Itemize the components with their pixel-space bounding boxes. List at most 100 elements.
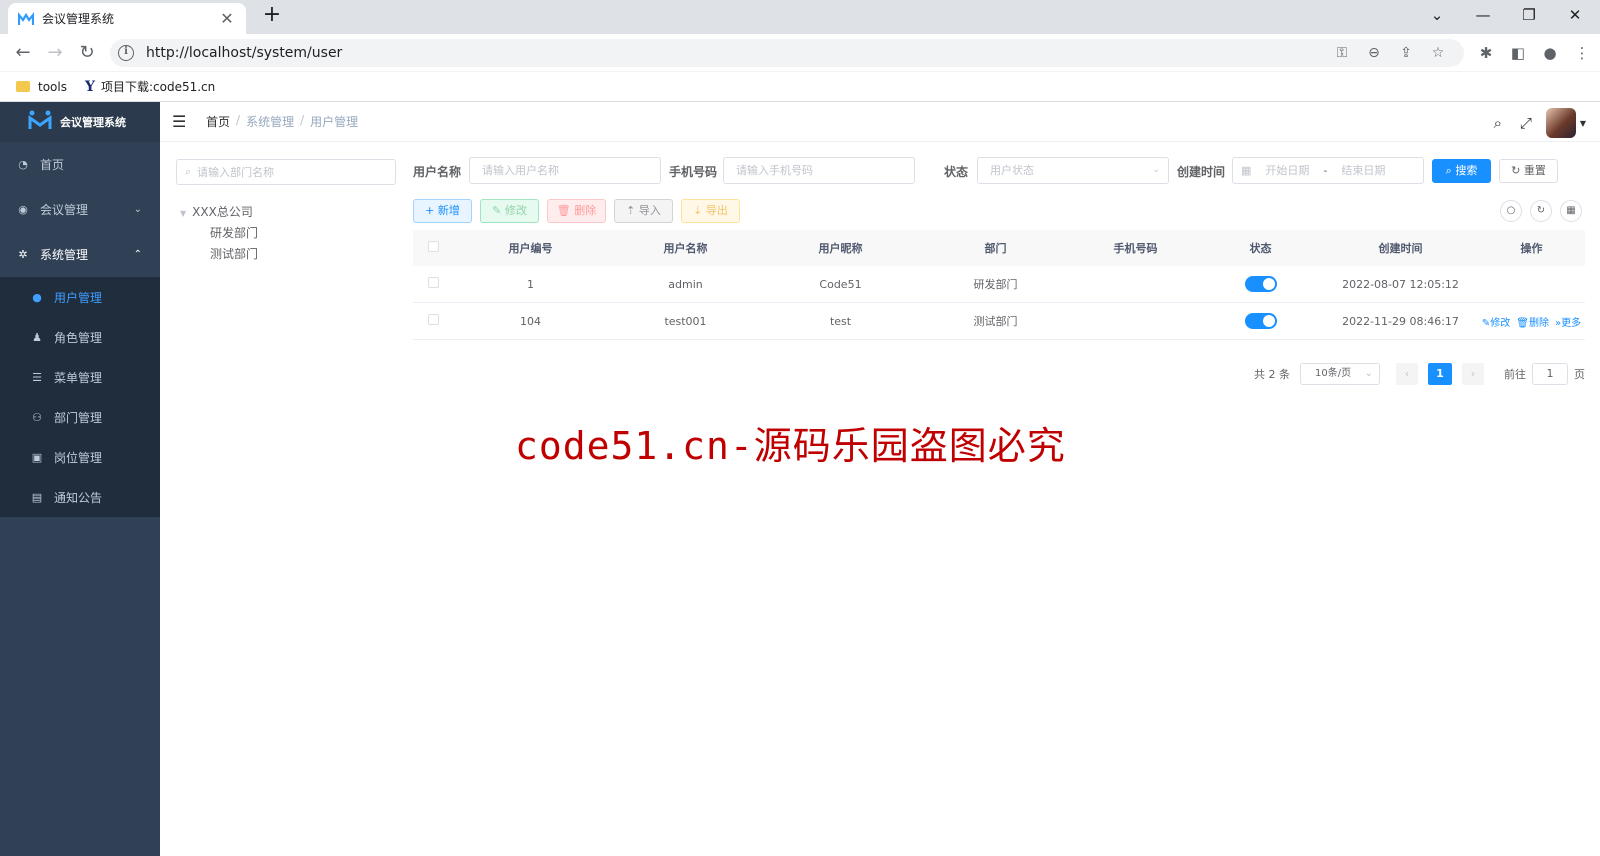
operations-toolbar: + 新增 ✎ 修改 🗑 删除 ⇡ 导入 ⇣ 导出 ○ ↻ ▦	[413, 199, 1593, 223]
new-tab-button[interactable]: +	[260, 4, 284, 28]
user-icon: ●	[32, 290, 42, 304]
search-form: 用户名称 请输入用户名称 手机号码 请输入手机号码 状态 用户状态 ⌄ 创建时间…	[413, 157, 1593, 185]
tree-node-dev[interactable]: 研发部门	[180, 223, 258, 244]
breadcrumb: 首页 / 系统管理 / 用户管理	[206, 113, 359, 130]
gear-icon: ✲	[18, 248, 28, 261]
bookmarks-bar: tools Y 项目下载:code51.cn	[0, 72, 1600, 102]
dept-tree: ▼ XXX总公司 研发部门 测试部门	[180, 202, 258, 265]
table-row[interactable]: 1 admin Code51 研发部门 2022-08-07 12:05:12	[413, 266, 1585, 303]
sidebar-item-system[interactable]: ✲ 系统管理 ⌃	[0, 232, 160, 277]
search-icon[interactable]: ⌕	[1484, 114, 1512, 132]
trash-icon: 🗑	[556, 204, 571, 217]
goto-page-input[interactable]: 1	[1532, 363, 1568, 385]
export-button[interactable]: ⇣ 导出	[681, 199, 740, 223]
table-header: 用户编号 用户名称 用户昵称 部门 手机号码 状态 创建时间 操作	[413, 230, 1585, 266]
row-edit-link[interactable]: ✎修改	[1482, 318, 1510, 329]
select-all-checkbox[interactable]	[427, 241, 439, 252]
dept-search-input[interactable]: ⌕ 请输入部门名称	[176, 159, 396, 185]
sidebar-item-menu[interactable]: ☰ 菜单管理	[0, 357, 160, 397]
edit-button[interactable]: ✎ 修改	[480, 199, 539, 223]
search-button[interactable]: ⌕ 搜索	[1432, 159, 1491, 183]
sidebar: 会议管理系统 ◔ 首页 ◉ 会议管理 ⌄ ✲ 系统管理 ⌃ ● 用户管理 ♟ 角…	[0, 102, 160, 856]
tab-close-icon[interactable]: ✕	[218, 9, 236, 28]
restore-button[interactable]: ❐	[1506, 0, 1552, 30]
calendar-icon: ▦	[1241, 164, 1252, 177]
page-1-button[interactable]: 1	[1428, 363, 1452, 385]
add-button[interactable]: + 新增	[413, 199, 472, 223]
address-bar[interactable]: i http://localhost/system/user ⚿ ⊖ ⇪ ☆	[110, 39, 1464, 67]
search-icon: ⌕	[1445, 164, 1452, 177]
status-select[interactable]: 用户状态 ⌄	[977, 157, 1169, 184]
sidebar-logo[interactable]: 会议管理系统	[0, 102, 160, 142]
upload-icon: ⇡	[626, 204, 636, 217]
sidebar-item-meeting[interactable]: ◉ 会议管理 ⌄	[0, 187, 160, 232]
avatar[interactable]	[1545, 108, 1576, 138]
row-checkbox[interactable]	[427, 277, 439, 288]
chevron-up-icon: ⌃	[133, 249, 142, 260]
logo-title: 会议管理系统	[60, 116, 126, 129]
breadcrumb-system: 系统管理	[246, 115, 295, 129]
sidebar-item-role[interactable]: ♟ 角色管理	[0, 317, 160, 357]
tree-icon: ⚇	[32, 410, 42, 424]
bookmark-star-icon[interactable]: ☆	[1422, 45, 1454, 61]
profile-icon[interactable]: ●	[1534, 40, 1566, 66]
forward-icon[interactable]: →	[42, 40, 68, 66]
caret-down-icon[interactable]: ▼	[180, 209, 186, 218]
browser-tab-strip: 会议管理系统 ✕ + ⌄ — ❐ ✕	[0, 0, 1600, 34]
sidebar-item-notice[interactable]: ▤ 通知公告	[0, 477, 160, 517]
refresh-icon[interactable]: ↻	[1530, 200, 1552, 222]
site-info-icon[interactable]: i	[118, 45, 134, 61]
sidebar-item-dept[interactable]: ⚇ 部门管理	[0, 397, 160, 437]
edit-icon: ✎	[492, 204, 502, 217]
peoples-icon: ♟	[32, 330, 42, 344]
share-icon[interactable]: ⇪	[1390, 45, 1422, 61]
zoom-icon[interactable]: ⊖	[1358, 45, 1390, 61]
phone-input[interactable]: 请输入手机号码	[723, 157, 915, 184]
tree-table-icon: ☰	[32, 370, 42, 384]
delete-button[interactable]: 🗑 删除	[547, 199, 606, 223]
side-panel-icon[interactable]: ◧	[1502, 40, 1534, 66]
reset-button[interactable]: ↻ 重置	[1499, 159, 1558, 183]
page-size-select[interactable]: 10条/页 ⌄	[1300, 363, 1380, 385]
tab-search-icon[interactable]: ⌄	[1414, 0, 1460, 30]
toggle-search-icon[interactable]: ○	[1500, 200, 1522, 222]
row-checkbox[interactable]	[427, 314, 439, 325]
caret-down-icon[interactable]: ▼	[1580, 119, 1586, 128]
next-page-button[interactable]: ›	[1462, 363, 1484, 385]
back-icon[interactable]: ←	[10, 40, 36, 66]
row-more-link[interactable]: »更多	[1555, 318, 1581, 329]
sidebar-item-post[interactable]: ▣ 岗位管理	[0, 437, 160, 477]
table-row[interactable]: 104 test001 test 测试部门 2022-11-29 08:46:1…	[413, 303, 1585, 340]
hamburger-icon[interactable]: ☰	[172, 112, 192, 131]
breadcrumb-home[interactable]: 首页	[206, 113, 230, 130]
extensions-icon[interactable]: ✱	[1470, 40, 1502, 66]
import-button[interactable]: ⇡ 导入	[614, 199, 673, 223]
sidebar-item-user[interactable]: ● 用户管理	[0, 277, 160, 317]
sidebar-item-home[interactable]: ◔ 首页	[0, 142, 160, 187]
browser-tab[interactable]: 会议管理系统 ✕	[8, 3, 246, 34]
message-icon: ▤	[31, 490, 43, 504]
reload-icon[interactable]: ↻	[74, 40, 100, 66]
minimize-button[interactable]: —	[1460, 0, 1506, 30]
username-input[interactable]: 请输入用户名称	[469, 157, 661, 184]
date-range-picker[interactable]: ▦ 开始日期 - 结束日期	[1232, 157, 1424, 184]
prev-page-button[interactable]: ‹	[1396, 363, 1418, 385]
status-switch[interactable]	[1244, 276, 1277, 292]
row-delete-link[interactable]: 🗑删除	[1516, 318, 1549, 329]
fullscreen-icon[interactable]: ⤢	[1512, 114, 1540, 132]
chevron-down-icon: ⌄	[1152, 165, 1160, 175]
browser-menu-icon[interactable]: ⋮	[1566, 40, 1598, 66]
tree-node-root[interactable]: ▼ XXX总公司	[180, 202, 258, 223]
refresh-icon: ↻	[1511, 164, 1521, 177]
status-switch[interactable]	[1244, 313, 1277, 329]
watermark-text: code51.cn-源码乐园盗图必究	[515, 424, 1066, 468]
breadcrumb-user: 用户管理	[310, 115, 359, 129]
key-icon[interactable]: ⚿	[1326, 45, 1358, 61]
pagination-total: 共 2 条	[1254, 368, 1290, 381]
bookmark-tools[interactable]: tools	[16, 80, 67, 94]
plus-icon: +	[425, 204, 435, 217]
close-window-button[interactable]: ✕	[1552, 0, 1598, 30]
columns-icon[interactable]: ▦	[1560, 200, 1582, 222]
bookmark-code51[interactable]: Y 项目下载:code51.cn	[85, 78, 215, 95]
tree-node-test[interactable]: 测试部门	[180, 244, 258, 265]
